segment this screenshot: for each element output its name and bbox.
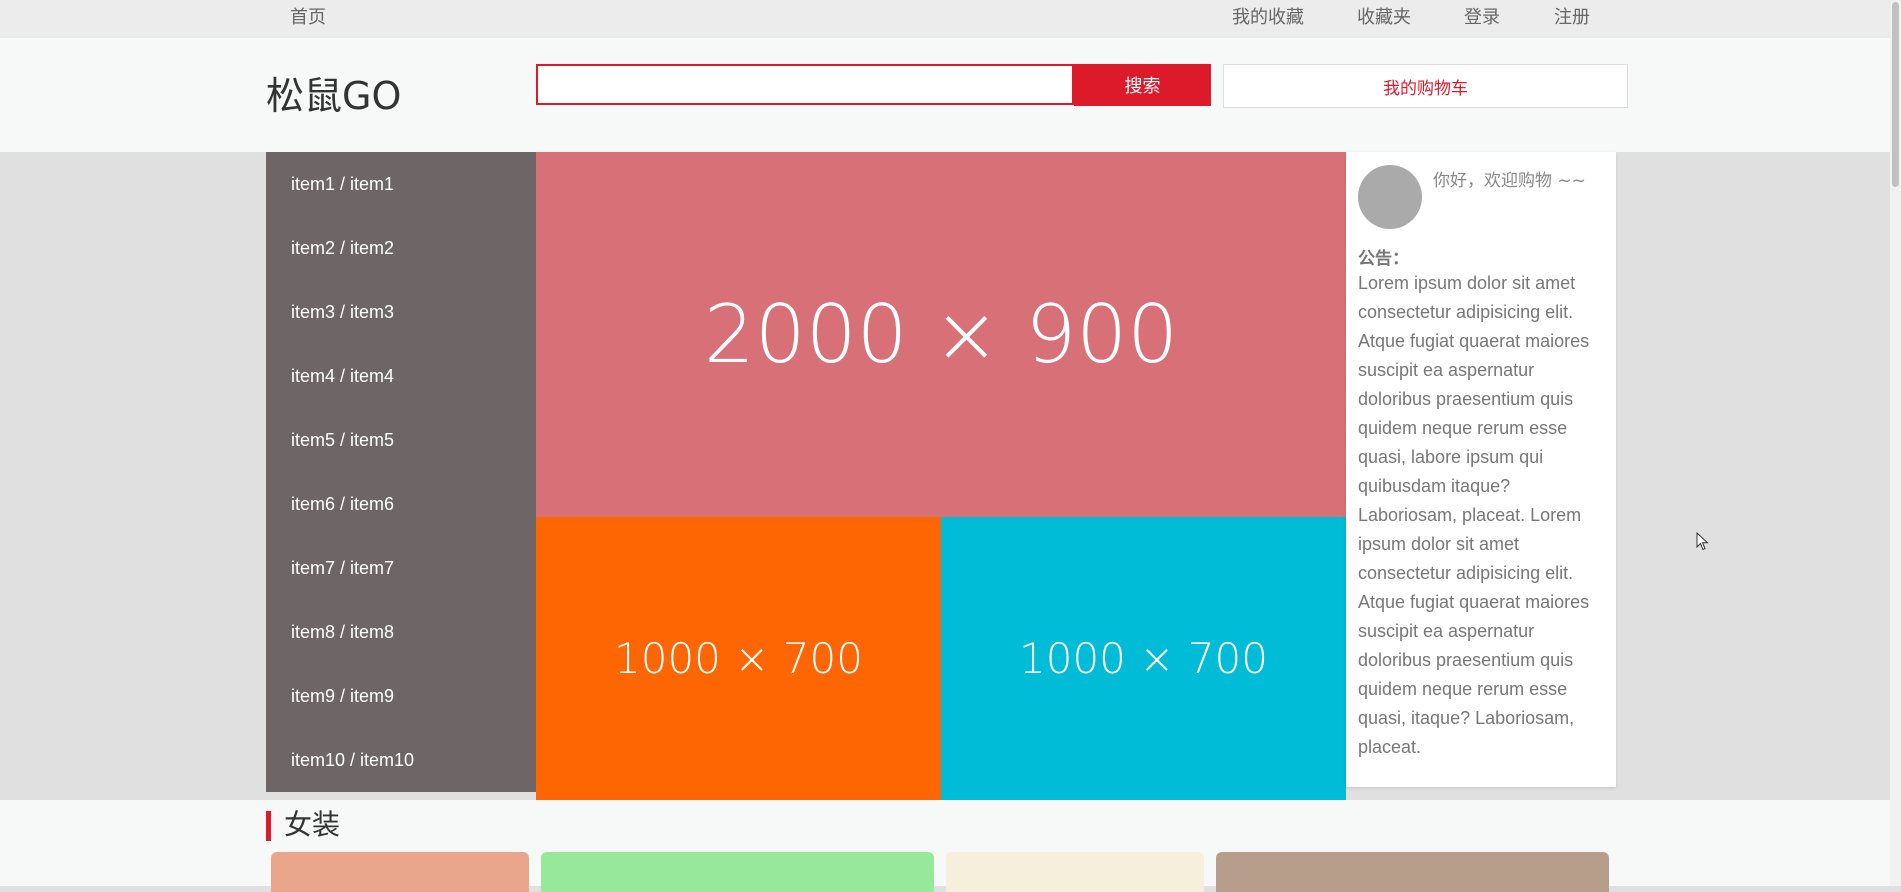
user-avatar[interactable] (1358, 165, 1422, 229)
page-scrollbar[interactable] (1890, 0, 1901, 886)
section-title: 女装 (284, 808, 341, 841)
category-item[interactable]: item2 / item2 (266, 216, 536, 280)
nav-link-login[interactable]: 登录 (1464, 7, 1500, 29)
notice-body: Lorem ipsum dolor sit amet consectetur a… (1358, 273, 1590, 757)
product-card[interactable] (946, 852, 1204, 892)
main-banner[interactable]: 2000 × 900 (536, 152, 1346, 517)
category-item[interactable]: item5 / item5 (266, 408, 536, 472)
promo-banner-left[interactable]: 1000 × 700 (536, 517, 941, 800)
section-accent-bar (266, 811, 271, 841)
product-card[interactable] (271, 852, 529, 892)
top-nav-bar: 首页 我的收藏 收藏夹 登录 注册 (0, 0, 1890, 38)
product-card[interactable] (1216, 852, 1609, 892)
welcome-greeting: 你好，欢迎购物 ~~ (1433, 171, 1586, 191)
notice-title: 公告： (1358, 249, 1409, 269)
promo-banner-right[interactable]: 1000 × 700 (941, 517, 1346, 800)
category-item[interactable]: item3 / item3 (266, 280, 536, 344)
category-item[interactable]: item9 / item9 (266, 664, 536, 728)
product-section-womens: 女装 (0, 800, 1890, 892)
nav-link-register[interactable]: 注册 (1554, 7, 1590, 29)
category-item[interactable]: item1 / item1 (266, 152, 536, 216)
welcome-notice-panel: 你好，欢迎购物 ~~ 公告： Lorem ipsum dolor sit ame… (1346, 152, 1616, 787)
site-logo[interactable]: 松鼠GO (266, 73, 401, 119)
category-item[interactable]: item6 / item6 (266, 472, 536, 536)
shopping-cart-button[interactable]: 我的购物车 (1223, 64, 1628, 108)
mouse-cursor-icon (1696, 532, 1709, 551)
nav-link-bookmarks[interactable]: 收藏夹 (1357, 7, 1411, 29)
category-sidebar: item1 / item1 item2 / item2 item3 / item… (266, 152, 536, 792)
product-card[interactable] (541, 852, 934, 892)
category-item[interactable]: item10 / item10 (266, 728, 536, 792)
scrollbar-thumb[interactable] (1892, 2, 1899, 187)
search-button[interactable]: 搜索 (1074, 64, 1211, 106)
nav-link-home[interactable]: 首页 (290, 7, 326, 29)
category-item[interactable]: item4 / item4 (266, 344, 536, 408)
nav-link-my-favorites[interactable]: 我的收藏 (1232, 7, 1304, 29)
category-item[interactable]: item8 / item8 (266, 600, 536, 664)
search-input[interactable] (536, 64, 1074, 105)
category-item[interactable]: item7 / item7 (266, 536, 536, 600)
site-header: 松鼠GO 搜索 我的购物车 (0, 38, 1890, 152)
